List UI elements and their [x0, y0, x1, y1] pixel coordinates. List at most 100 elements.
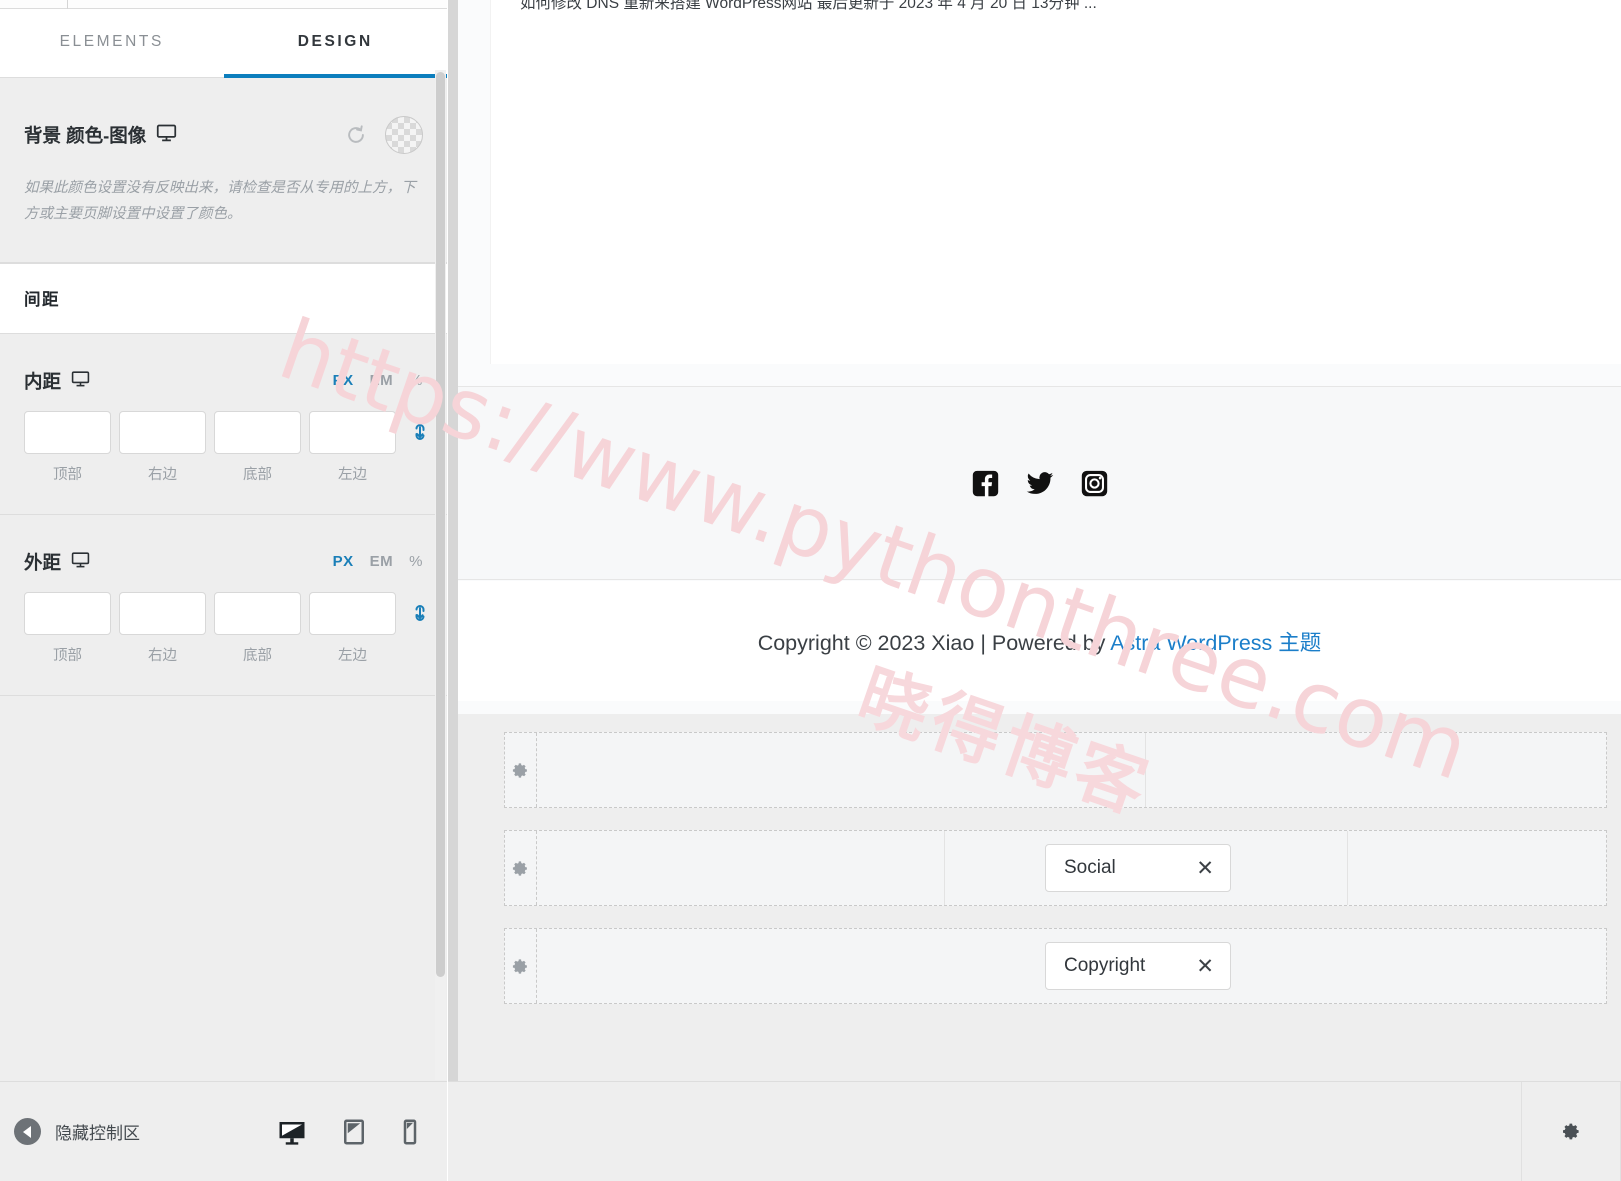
- margin-title-group: 外距: [24, 549, 90, 575]
- gear-icon[interactable]: [505, 733, 537, 807]
- customizer-sidebar: ELEMENTS DESIGN 背景 颜色-图像 如果此颜色设置没有反映出来，请…: [0, 0, 447, 1181]
- reset-icon[interactable]: [345, 124, 367, 146]
- footer-row-1[interactable]: [504, 732, 1607, 808]
- gear-icon: [1562, 1123, 1579, 1140]
- margin-section: 外距 PX EM % 顶部 右边 底部 左边: [0, 514, 447, 696]
- margin-inputs: 顶部 右边 底部 左边: [24, 591, 425, 665]
- padding-left-label: 左边: [338, 466, 367, 483]
- tab-design[interactable]: DESIGN: [223, 9, 447, 78]
- margin-left-label: 左边: [338, 647, 367, 664]
- collapse-sidebar-button[interactable]: 隐藏控制区: [0, 1118, 140, 1145]
- margin-bottom-label: 底部: [243, 647, 272, 664]
- padding-unit-switcher: PX EM %: [333, 372, 423, 389]
- desktop-icon[interactable]: [71, 550, 90, 574]
- sidebar-scroll-area: ELEMENTS DESIGN 背景 颜色-图像 如果此颜色设置没有反映出来，请…: [0, 0, 447, 1081]
- tab-elements[interactable]: ELEMENTS: [0, 9, 224, 78]
- padding-bottom-input[interactable]: [214, 410, 301, 454]
- footer-row-2[interactable]: Social ✕: [504, 830, 1607, 906]
- padding-unit-percent[interactable]: %: [409, 372, 423, 389]
- partial-row-notch: [67, 0, 68, 9]
- padding-unit-em[interactable]: EM: [370, 372, 394, 389]
- padding-right-input[interactable]: [119, 410, 206, 454]
- collapse-left-icon: [14, 1118, 41, 1145]
- twitter-icon[interactable]: [1025, 469, 1055, 498]
- sidebar-footer: 隐藏控制区: [0, 1081, 447, 1181]
- spacing-section-heading[interactable]: 间距: [0, 262, 447, 334]
- margin-left-input[interactable]: [309, 591, 396, 635]
- margin-title: 外距: [24, 551, 62, 573]
- device-preview-switcher: [277, 1117, 447, 1147]
- margin-top-input[interactable]: [24, 591, 111, 635]
- preview-bottom-bar: [448, 1081, 1621, 1181]
- background-color-label: 背景 颜色-图像: [24, 125, 147, 146]
- padding-section: 内距 PX EM % 顶部 右边 底部 左边: [0, 333, 447, 515]
- padding-title-group: 内距: [24, 368, 90, 394]
- preview-left-gutter: [448, 0, 458, 1083]
- customizer-screen: ELEMENTS DESIGN 背景 颜色-图像 如果此颜色设置没有反映出来，请…: [0, 0, 1621, 1181]
- device-mobile[interactable]: [401, 1117, 419, 1147]
- margin-top-label: 顶部: [53, 647, 82, 664]
- tab-design-label: DESIGN: [297, 32, 373, 50]
- margin-right-label: 右边: [148, 647, 177, 664]
- background-color-controls: [345, 116, 423, 154]
- background-color-section: 背景 颜色-图像 如果此颜色设置没有反映出来，请检查是否从专用的上方，下方或主要…: [0, 78, 447, 263]
- close-icon[interactable]: ✕: [1196, 856, 1214, 881]
- margin-unit-percent[interactable]: %: [409, 553, 423, 570]
- sidebar-scrollbar-thumb[interactable]: [436, 72, 445, 977]
- preview-iframe: 如何修改 DNS 重新来搭建 WordPress网站 最后更新于 2023 年 …: [458, 0, 1621, 1083]
- link-values-icon[interactable]: [410, 592, 430, 635]
- footer-builder-rows: Social ✕ Copyright ✕: [458, 714, 1621, 1083]
- device-tablet[interactable]: [341, 1117, 367, 1147]
- color-swatch-transparent[interactable]: [385, 116, 423, 154]
- padding-right-label: 右边: [148, 466, 177, 483]
- link-values-icon[interactable]: [410, 411, 430, 454]
- widget-chip-copyright[interactable]: Copyright ✕: [1045, 942, 1231, 990]
- desktop-icon[interactable]: [156, 122, 177, 148]
- desktop-icon[interactable]: [71, 369, 90, 393]
- partial-row-top: [0, 0, 447, 9]
- footer-row-1-body[interactable]: [537, 733, 1606, 807]
- padding-top-input[interactable]: [24, 410, 111, 454]
- preview-content-area: [490, 0, 1621, 364]
- widget-chip-label: Copyright: [1064, 955, 1146, 976]
- collapse-sidebar-label: 隐藏控制区: [55, 1124, 140, 1143]
- widget-chip-label: Social: [1064, 857, 1116, 878]
- column-divider: [944, 831, 945, 905]
- facebook-icon[interactable]: [971, 469, 1000, 498]
- widget-chip-social[interactable]: Social ✕: [1045, 844, 1231, 892]
- margin-unit-switcher: PX EM %: [333, 553, 423, 570]
- margin-header: 外距 PX EM %: [24, 549, 423, 575]
- copyright-text: Copyright © 2023 Xiao | Powered by Astra…: [758, 626, 1322, 657]
- margin-unit-em[interactable]: EM: [370, 553, 394, 570]
- preview-settings-button[interactable]: [1521, 1082, 1621, 1181]
- background-color-label-group: 背景 颜色-图像: [24, 122, 177, 148]
- margin-right-input[interactable]: [119, 591, 206, 635]
- instagram-icon[interactable]: [1080, 469, 1109, 498]
- close-icon[interactable]: ✕: [1196, 954, 1214, 979]
- padding-unit-px[interactable]: PX: [333, 372, 354, 389]
- footer-row-3[interactable]: Copyright ✕: [504, 928, 1607, 1004]
- copyright-prefix: Copyright © 2023 Xiao | Powered by: [757, 630, 1111, 655]
- astra-theme-link[interactable]: Astra WordPress 主题: [1110, 631, 1321, 655]
- padding-left-input[interactable]: [309, 410, 396, 454]
- gear-icon[interactable]: [505, 929, 537, 1003]
- column-divider: [1145, 733, 1146, 807]
- gear-icon[interactable]: [505, 831, 537, 905]
- spacing-heading-label: 间距: [24, 290, 60, 309]
- site-preview-panel: 如何修改 DNS 重新来搭建 WordPress网站 最后更新于 2023 年 …: [448, 0, 1621, 1181]
- footer-row-3-body[interactable]: Copyright ✕: [537, 929, 1606, 1003]
- social-icons-row: [971, 469, 1109, 498]
- column-divider: [1347, 831, 1348, 905]
- background-color-row: 背景 颜色-图像: [24, 116, 423, 154]
- padding-bottom-label: 底部: [243, 466, 272, 483]
- margin-bottom-input[interactable]: [214, 591, 301, 635]
- margin-unit-px[interactable]: PX: [333, 553, 354, 570]
- footer-row-2-body[interactable]: Social ✕: [537, 831, 1606, 905]
- padding-inputs: 顶部 右边 底部 左边: [24, 410, 425, 484]
- tab-elements-label: ELEMENTS: [59, 32, 164, 50]
- padding-header: 内距 PX EM %: [24, 368, 423, 394]
- device-desktop[interactable]: [277, 1117, 307, 1147]
- padding-title: 内距: [24, 370, 62, 392]
- padding-top-label: 顶部: [53, 466, 82, 483]
- sidebar-tabs: ELEMENTS DESIGN: [0, 9, 447, 78]
